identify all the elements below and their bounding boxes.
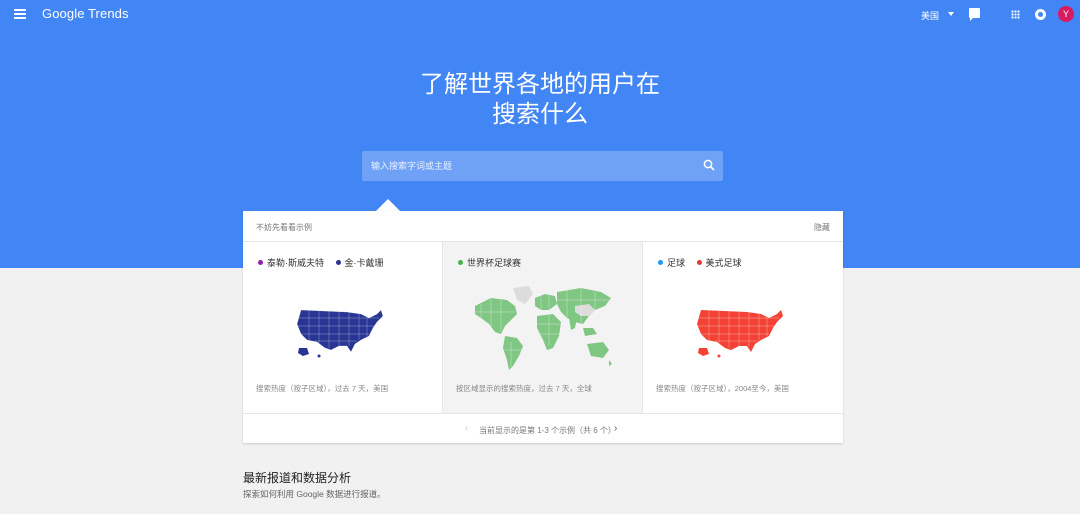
panel-caption: 按区域显示的搜索热度，过去 7 天，全球 xyxy=(456,384,592,393)
example-panel-2[interactable]: 足球 美式足球 搜索热度（按子区域），2004至今，美国 xyxy=(643,242,843,413)
menu-icon[interactable] xyxy=(14,9,26,19)
panel-legend: 泰勒·斯威夫特 金·卡戴珊 xyxy=(258,256,393,269)
world-map xyxy=(475,286,612,370)
examples-header: 不妨先看看示例 隐藏 xyxy=(243,211,843,242)
panel-caption: 搜索热度（按子区域），2004至今，美国 xyxy=(656,384,789,393)
us-map xyxy=(296,309,384,358)
card-pointer xyxy=(376,199,400,211)
chevron-left-icon: ‹ xyxy=(465,423,469,434)
chevron-right-icon[interactable]: › xyxy=(614,423,617,434)
search-box[interactable] xyxy=(362,151,723,181)
hero-title-line2: 搜索什么 xyxy=(492,101,588,128)
legend-label: 世界杯足球赛 xyxy=(467,258,522,268)
example-panel-1[interactable]: 世界杯足球赛 按区域显示的搜索热度，过去 7 天，全球 xyxy=(443,242,643,413)
panel-legend: 足球 美式足球 xyxy=(658,256,751,269)
legend-dot xyxy=(335,260,341,265)
avatar[interactable]: Y xyxy=(1058,6,1074,22)
hero-title: 了解世界各地的用户在 搜索什么 xyxy=(0,70,1080,130)
top-bar: Google Trends 美国 Y xyxy=(0,0,1080,30)
search-icon[interactable] xyxy=(703,159,715,171)
legend-dot xyxy=(658,260,663,265)
example-panel-0[interactable]: 泰勒·斯威夫特 金·卡戴珊 搜索热度（按子区域），过去 7 天，美国 xyxy=(243,242,443,413)
legend-dot xyxy=(696,260,702,265)
us-map xyxy=(697,310,783,358)
legend-dot xyxy=(258,260,263,265)
examples-status: 当前显示的是第 1-3 个示例（共 6 个） xyxy=(479,426,616,435)
legend-label: 美式足球 xyxy=(705,258,742,268)
legend-label: 泰勒·斯威夫特 xyxy=(267,258,324,268)
apps-icon[interactable] xyxy=(1011,10,1020,19)
caret-down-icon[interactable] xyxy=(948,12,954,16)
panel-legend: 世界杯足球赛 xyxy=(458,256,530,269)
legend-dot xyxy=(458,260,463,265)
hide-examples-button[interactable]: 隐藏 xyxy=(814,222,830,233)
feedback-icon[interactable] xyxy=(969,8,980,21)
latest-section-title: 最新报道和数据分析 xyxy=(243,471,352,485)
hero-title-line1: 了解世界各地的用户在 xyxy=(420,71,660,98)
panel-caption: 搜索热度（按子区域），过去 7 天，美国 xyxy=(256,384,389,393)
notifications-icon[interactable] xyxy=(1035,9,1046,20)
search-input[interactable] xyxy=(371,151,691,181)
region-selector[interactable]: 美国 xyxy=(921,9,939,22)
examples-tip: 不妨先看看示例 xyxy=(256,223,312,232)
legend-label: 金·卡戴珊 xyxy=(344,258,384,268)
google-trends-logo[interactable]: Google Trends xyxy=(42,6,129,21)
examples-card: 不妨先看看示例 隐藏 泰勒·斯威夫特 金·卡戴珊 搜索热度（按子区域），过去 7… xyxy=(243,211,843,443)
latest-section-subtitle: 探索如何利用 Google 数据进行报道。 xyxy=(243,489,386,499)
examples-footer: ‹ 当前显示的是第 1-3 个示例（共 6 个） › xyxy=(243,413,843,443)
legend-label: 足球 xyxy=(667,258,686,268)
